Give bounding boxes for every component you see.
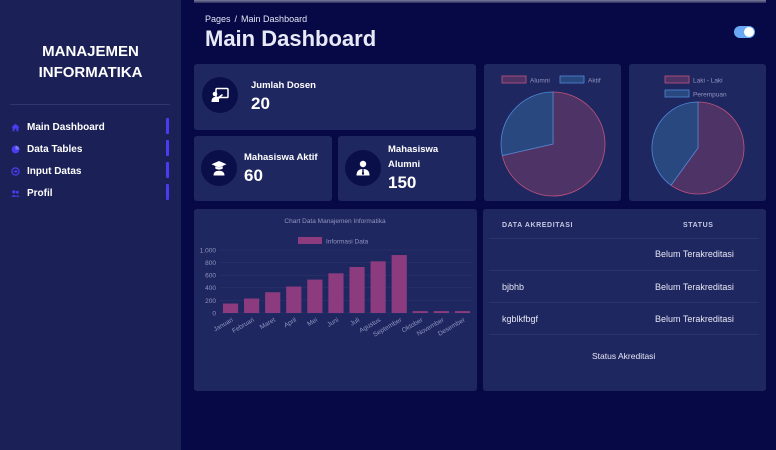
sidebar-item-main-dashboard[interactable]: Main Dashboard <box>0 116 181 138</box>
table-cell-name: kgblkfbgf <box>502 314 539 324</box>
bar-januari[interactable] <box>222 303 239 313</box>
brand-line-2: INFORMATIKA <box>38 64 143 81</box>
stat-card-jumlah-dosen: Jumlah Dosen 20 <box>194 64 476 130</box>
pie-card-gender: Laki - Laki Perempuan <box>629 64 766 201</box>
x-tick-label: Mei <box>306 317 319 328</box>
table-cell-name: bjbhb <box>502 282 525 292</box>
bar-agustus[interactable] <box>370 261 386 313</box>
legend-label[interactable]: Perempuan <box>693 92 727 99</box>
y-tick-label: 200 <box>205 298 216 305</box>
stat-value: 150 <box>388 173 417 192</box>
pie-slice-aktif[interactable] <box>500 91 554 157</box>
stat-label-line-1: Mahasiswa <box>388 144 439 155</box>
bar-oktober[interactable] <box>412 311 428 313</box>
bar-juni[interactable] <box>328 273 344 313</box>
sidebar-nav: Main Dashboard Data Tables Input Datas P… <box>0 116 181 204</box>
user-tie-icon <box>345 150 381 186</box>
bar-april[interactable] <box>286 286 302 313</box>
y-tick-label: 0 <box>212 310 216 317</box>
toggle-knob <box>744 27 754 37</box>
row-divider <box>489 334 759 335</box>
legend-swatch <box>298 237 322 244</box>
row-divider <box>489 238 759 239</box>
sidebar-item-label: Main Dashboard <box>27 121 105 133</box>
legend-swatch <box>664 89 690 98</box>
stat-card-mahasiswa-aktif: Mahasiswa Aktif 60 <box>194 136 332 201</box>
legend-label[interactable]: Laki - Laki <box>693 78 723 85</box>
brand-line-1: MANAJEMEN <box>42 43 139 60</box>
legend-label[interactable]: Informasi Data <box>326 239 369 246</box>
sidebar-item-label: Data Tables <box>27 143 83 155</box>
x-tick-label: April <box>283 316 298 329</box>
bar-november[interactable] <box>433 311 449 313</box>
page-title: Main Dashboard <box>205 26 377 51</box>
breadcrumb-pages[interactable]: Pages <box>205 14 231 24</box>
theme-toggle[interactable] <box>734 26 755 38</box>
legend-swatch <box>501 75 527 84</box>
sidebar-divider <box>10 104 170 105</box>
sidebar-item-label: Input Datas <box>27 165 82 177</box>
y-tick-label: 800 <box>205 260 216 267</box>
stat-label: Mahasiswa Aktif <box>244 152 318 163</box>
teacher-board-icon <box>202 77 238 113</box>
pie-chart-gender: Laki - Laki Perempuan <box>651 75 745 195</box>
input-icon <box>11 166 20 176</box>
breadcrumb-current: Main Dashboard <box>241 14 308 24</box>
home-icon <box>11 123 20 132</box>
table-cell-status: Belum Terakreditasi <box>655 282 734 292</box>
stat-label-line-2: Alumni <box>388 159 421 170</box>
item-indicator <box>166 184 169 200</box>
legend-swatch <box>664 75 690 84</box>
row-divider <box>489 302 759 303</box>
x-tick-label: Juli <box>349 317 361 328</box>
row-divider <box>489 270 759 271</box>
stat-card-mahasiswa-alumni: Mahasiswa Alumni 150 <box>338 136 476 201</box>
item-indicator <box>166 140 169 156</box>
chart-pie-icon <box>11 145 20 154</box>
breadcrumb-separator: / <box>234 14 238 24</box>
item-indicator <box>166 162 169 178</box>
breadcrumb: Pages / Main Dashboard <box>205 14 307 24</box>
table-cell-status: Belum Terakreditasi <box>655 314 734 324</box>
active-indicator <box>166 118 169 134</box>
table-card <box>483 209 766 391</box>
bar-maret[interactable] <box>265 292 281 313</box>
bar-mei[interactable] <box>307 279 323 313</box>
pie-chart-status: Alumni Aktif <box>500 75 606 197</box>
bar-september[interactable] <box>391 255 407 313</box>
column-header-status: STATUS <box>683 222 714 229</box>
bar-chart: Chart Data Manajemen Informatika Informas… <box>200 218 473 339</box>
top-divider <box>194 0 766 3</box>
x-tick-label: Maret <box>259 317 277 331</box>
sidebar-item-input-datas[interactable]: Input Datas <box>0 160 181 182</box>
legend-label[interactable]: Alumni <box>530 78 550 85</box>
bar-chart-card: Chart Data Manajemen Informatika Informas… <box>194 209 477 391</box>
users-icon <box>11 189 20 198</box>
table-footer: Status Akreditasi <box>592 351 656 361</box>
pie-card-status: Alumni Aktif <box>484 64 621 201</box>
stat-value: 20 <box>251 94 270 113</box>
graduate-icon <box>201 150 237 186</box>
x-tick-label: Juni <box>326 317 340 329</box>
x-tick-label: Februari <box>231 317 255 335</box>
stat-label: Jumlah Dosen <box>251 80 316 91</box>
stat-value: 60 <box>244 166 263 185</box>
sidebar-item-profil[interactable]: Profil <box>0 182 181 204</box>
legend-swatch <box>559 75 585 84</box>
table-cell-status: Belum Terakreditasi <box>655 249 734 259</box>
y-tick-label: 400 <box>205 285 216 292</box>
brand-logo-text: MANAJEMEN INFORMATIKA <box>0 41 181 83</box>
sidebar-item-data-tables[interactable]: Data Tables <box>0 138 181 160</box>
y-tick-label: 600 <box>205 273 216 280</box>
y-tick-label: 1.000 <box>200 247 217 254</box>
sidebar-item-label: Profil <box>27 187 53 199</box>
sidebar: MANAJEMEN INFORMATIKA Main Dashboard Dat… <box>0 0 181 450</box>
bar-juli[interactable] <box>349 267 365 313</box>
bar-desember[interactable] <box>454 311 471 313</box>
column-header-data-akreditasi: DATA AKREDITASI <box>502 222 574 229</box>
chart-title: Chart Data Manajemen Informatika <box>284 218 386 225</box>
legend-label[interactable]: Aktif <box>588 78 601 85</box>
bar-februari[interactable] <box>244 298 260 313</box>
stat-label: Mahasiswa Alumni <box>388 142 438 172</box>
